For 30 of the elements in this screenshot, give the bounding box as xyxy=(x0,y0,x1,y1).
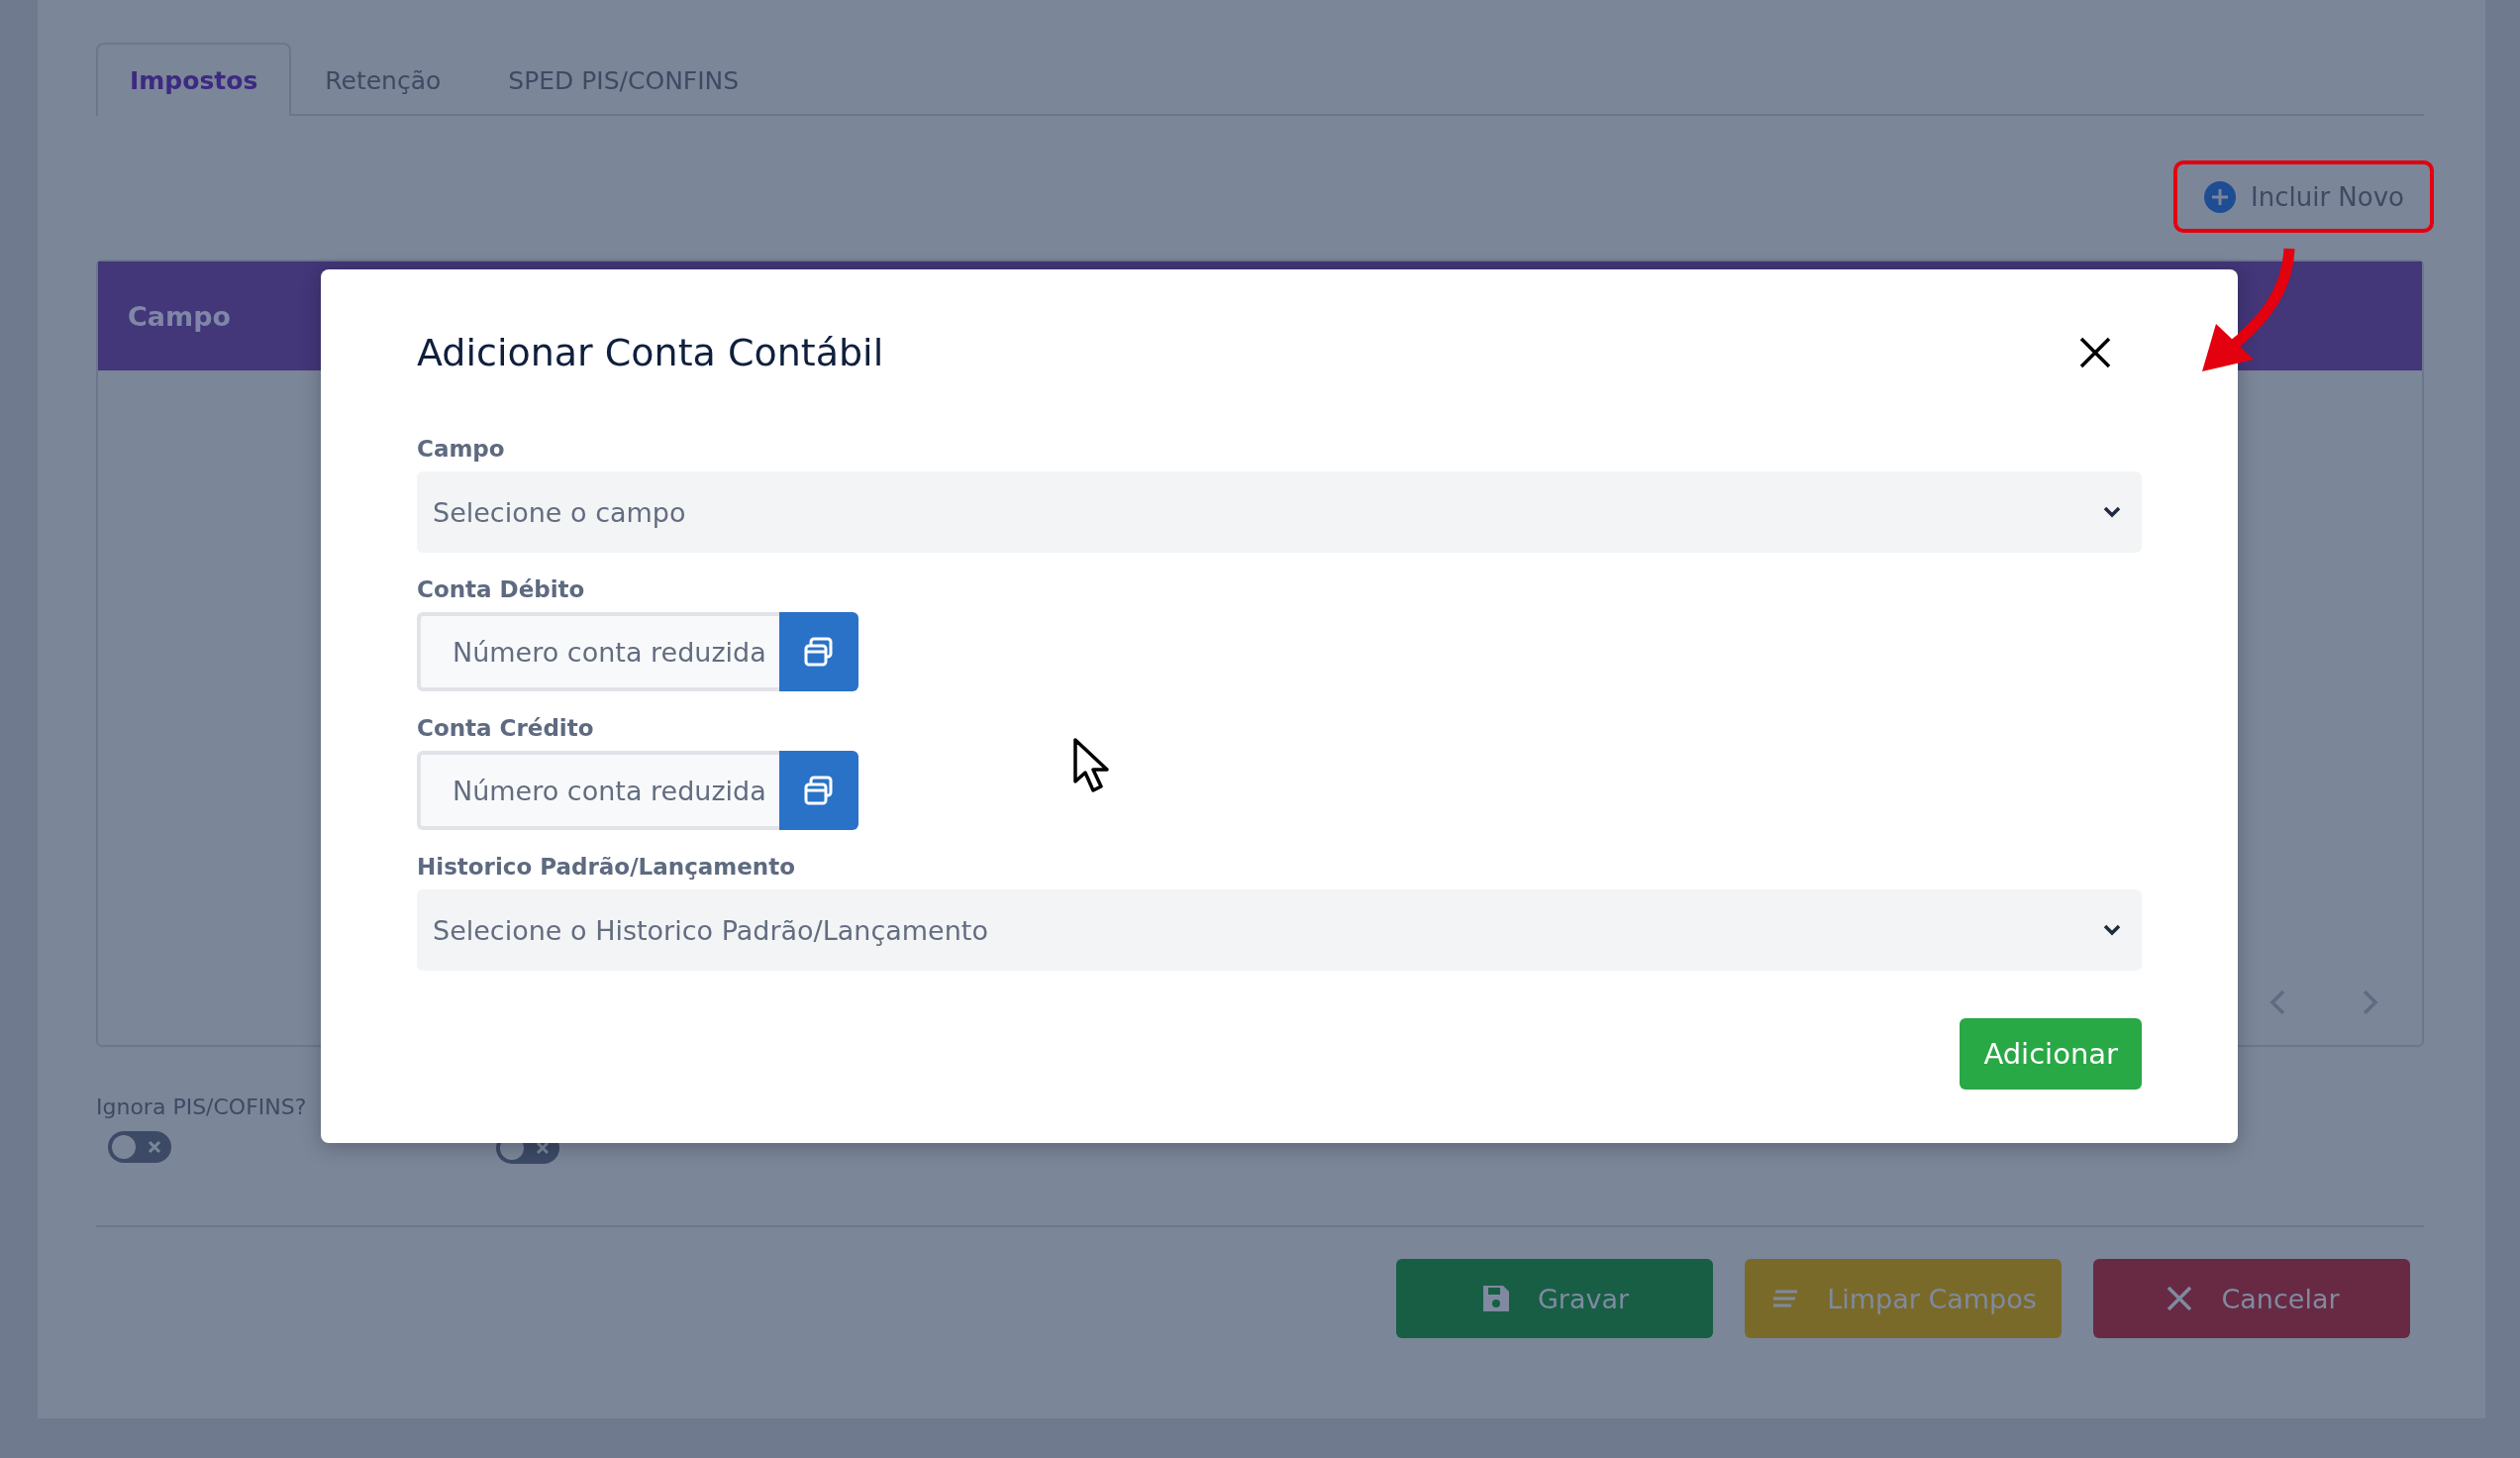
action-button[interactable]: Gravar xyxy=(1396,1259,1713,1338)
tab[interactable]: SPED PIS/CONFINS xyxy=(474,43,773,116)
select-field[interactable]: Selecione o Historico Padrão/Lançamento xyxy=(417,889,2142,971)
close-button[interactable] xyxy=(2078,336,2112,369)
field-label: Campo xyxy=(417,436,506,462)
field-label: Conta Débito xyxy=(417,576,586,602)
chevron-down-icon xyxy=(2102,505,2122,519)
add-button[interactable]: Adicionar xyxy=(1960,1018,2142,1090)
lookup-button[interactable] xyxy=(779,612,858,691)
tab[interactable]: Impostos xyxy=(96,43,292,116)
lookup-button[interactable] xyxy=(779,751,858,830)
chevron-down-icon xyxy=(2102,923,2122,937)
field-label: Conta Crédito xyxy=(417,715,595,741)
toggle-label: Ignora PIS/COFINS? xyxy=(96,1094,307,1119)
add-new-button[interactable]: Incluir Novo xyxy=(2173,160,2434,233)
toggle-switch[interactable] xyxy=(108,1131,171,1163)
input-field[interactable]: Número conta reduzida xyxy=(417,751,779,830)
close-icon xyxy=(2078,336,2112,369)
windows-icon xyxy=(802,774,836,807)
select-field[interactable]: Selecione o campo xyxy=(417,471,2142,553)
x-icon xyxy=(146,1138,163,1156)
tab[interactable]: Retenção xyxy=(291,43,475,116)
windows-icon xyxy=(802,635,836,669)
field-label: Historico Padrão/Lançamento xyxy=(417,854,796,880)
plus-circle-icon xyxy=(2203,179,2237,214)
dialog-title: Adicionar Conta Contábil xyxy=(417,331,884,374)
action-button[interactable]: Cancelar xyxy=(2093,1259,2410,1338)
column-header: Campo xyxy=(128,300,232,332)
input-field[interactable]: Número conta reduzida xyxy=(417,612,779,691)
action-button[interactable]: Limpar Campos xyxy=(1745,1259,2062,1338)
